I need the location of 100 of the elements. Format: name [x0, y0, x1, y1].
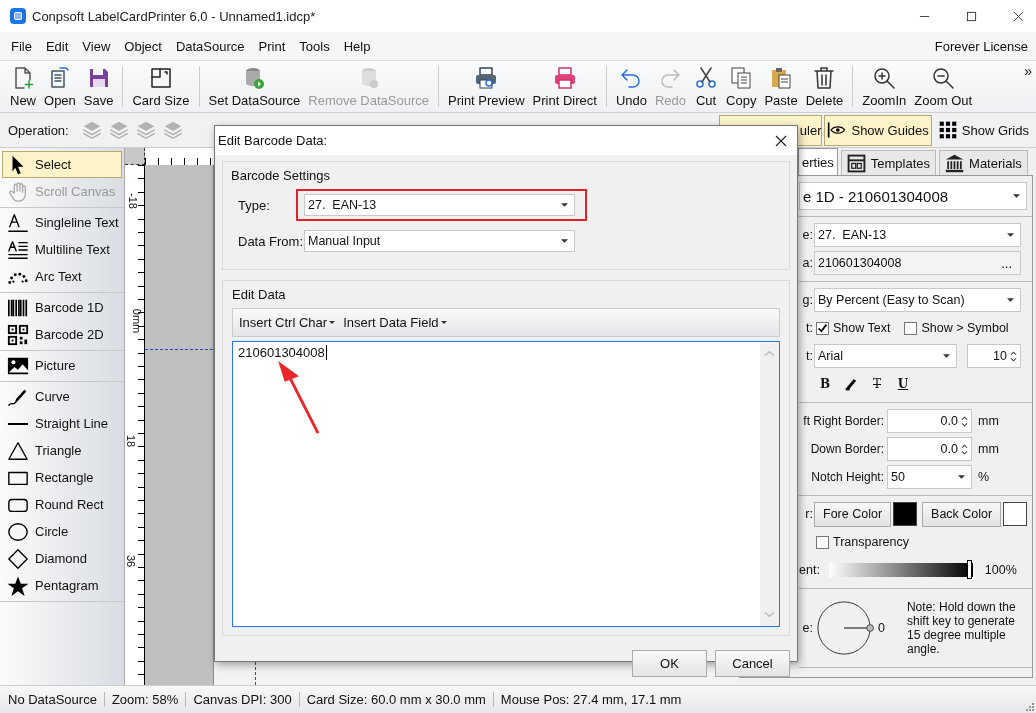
menu-button[interactable]: Insert Data Field — [343, 315, 447, 330]
checkbox[interactable] — [816, 535, 829, 549]
close-icon[interactable] — [1013, 10, 1024, 22]
menu-item[interactable]: Tools — [292, 38, 337, 54]
menu-item[interactable]: DataSource — [168, 38, 252, 54]
angle-dial[interactable] — [816, 599, 874, 657]
toolbar-button[interactable]: Cut — [690, 61, 723, 112]
tool-item[interactable]: Select — [2, 151, 122, 178]
tool-item[interactable]: Barcode 1D — [2, 294, 122, 321]
scrollbar[interactable] — [760, 342, 779, 626]
panel-tab[interactable]: Materials — [939, 150, 1028, 175]
tool-item[interactable]: Straight Line — [2, 410, 122, 437]
color-swatch[interactable] — [893, 502, 918, 526]
menu-item[interactable]: File — [4, 38, 39, 54]
toolbar-button[interactable]: Delete — [801, 61, 848, 112]
view-toggle[interactable]: Show Grids — [933, 114, 1033, 146]
tool-item[interactable]: Singleline Text — [2, 209, 122, 236]
ruler-number: 18 — [125, 434, 138, 448]
toolbar-button[interactable]: ZoomIn — [858, 61, 911, 112]
unit-label: % — [978, 470, 990, 484]
dropdown-arrow-icon — [943, 354, 950, 358]
color-swatch[interactable] — [1003, 502, 1028, 526]
view-toggle[interactable]: Show Guides — [824, 114, 932, 146]
menu-item[interactable]: Help — [336, 38, 378, 54]
menu-button[interactable]: Insert Ctrl Char — [239, 315, 336, 330]
field-label: Type: — [237, 197, 271, 213]
toolbar-button[interactable]: Save — [79, 61, 118, 112]
dropdown-arrow-icon — [561, 239, 568, 243]
text-style-button[interactable]: U — [895, 376, 911, 392]
data-field[interactable]: 210601304008 ... — [814, 251, 1021, 275]
tool-item[interactable]: Curve — [2, 383, 122, 410]
color-button[interactable]: Fore Color — [814, 501, 892, 527]
menu-item[interactable]: View — [75, 38, 118, 54]
multiline-text-icon — [7, 238, 29, 261]
tool-item[interactable]: Rectangle — [2, 464, 122, 491]
status-text: Canvas DPI: 300 — [185, 692, 299, 707]
angle-value: 0 — [878, 621, 885, 635]
number-spinner[interactable]: 0.0 — [887, 437, 972, 461]
toolbar-button[interactable]: Print Direct — [528, 61, 601, 112]
resize-grip-icon[interactable] — [1024, 701, 1034, 711]
font-size-spinner[interactable]: 10 — [967, 344, 1021, 368]
copy-icon — [729, 65, 754, 90]
close-icon[interactable] — [775, 134, 787, 147]
toolbar-button[interactable]: Paste — [760, 61, 802, 112]
dropdown[interactable]: Manual Input — [304, 230, 575, 252]
tool-item[interactable]: Diamond — [2, 545, 122, 572]
tool-item[interactable]: Picture — [2, 352, 122, 379]
field-label: Notch Height: — [810, 470, 884, 484]
italic-icon[interactable] — [843, 376, 859, 392]
dropdown[interactable]: By Percent (Easy to Scan) — [814, 288, 1021, 312]
circle-icon — [7, 520, 29, 543]
checkbox[interactable] — [816, 321, 829, 335]
dialog-button[interactable]: Cancel — [715, 650, 790, 677]
text-style-button[interactable]: B — [817, 376, 833, 392]
toolbar-button[interactable]: Set DataSource — [204, 61, 305, 112]
group-title: Edit Data — [232, 287, 287, 302]
toolbar-button[interactable]: Print Preview — [444, 61, 529, 112]
color-button[interactable]: Back Color — [922, 501, 1002, 527]
object-dropdown[interactable]: e 1D - 210601304008 — [799, 182, 1027, 210]
dropdown[interactable]: 27. EAN-13 — [814, 223, 1021, 247]
text-area[interactable]: 210601304008 — [232, 341, 780, 627]
toolbar-button[interactable]: Undo — [611, 61, 651, 112]
dialog-title: Edit Barcode Data: — [218, 133, 328, 148]
dialog-button[interactable]: OK — [632, 650, 707, 677]
menu-item[interactable]: Print — [251, 38, 293, 54]
toolbar-button[interactable]: Copy — [722, 61, 761, 112]
font-dropdown[interactable]: Arial — [814, 344, 957, 368]
toolbar-button[interactable]: Card Size — [128, 61, 194, 112]
field-label: e: — [801, 621, 813, 635]
tool-item[interactable]: Pentagram — [2, 572, 122, 599]
panel-tab[interactable]: Templates — [840, 150, 937, 175]
toolbar-button[interactable]: New — [6, 61, 40, 112]
checkbox[interactable] — [904, 321, 918, 335]
trash-icon — [812, 65, 837, 90]
panel-tab[interactable]: erties — [798, 148, 838, 175]
text-underline-icon — [7, 211, 29, 234]
tool-item[interactable]: Triangle — [2, 437, 122, 464]
tool-item[interactable]: Circle — [2, 518, 122, 545]
opacity-slider[interactable] — [828, 563, 973, 577]
number-spinner[interactable]: 0.0 — [887, 409, 972, 433]
menu-item[interactable]: Object — [117, 38, 169, 54]
dropdown[interactable]: 27. EAN-13 — [304, 194, 575, 216]
caret-icon — [329, 321, 336, 324]
tool-item[interactable]: Barcode 2D — [2, 321, 122, 348]
browse-button[interactable]: ... — [999, 255, 1014, 271]
guide-line — [145, 349, 213, 350]
tool-item[interactable]: Round Rect — [2, 491, 122, 518]
toolbar-button[interactable]: Open — [40, 61, 80, 112]
tool-item[interactable]: Arc Text — [2, 263, 122, 290]
menu-item[interactable]: Edit — [38, 38, 76, 54]
toolbar-button[interactable]: Zoom Out — [910, 61, 977, 112]
zoom-out-icon — [931, 65, 956, 90]
slider-thumb[interactable] — [966, 560, 972, 579]
dropdown[interactable]: 50 — [887, 465, 972, 489]
tool-item[interactable]: Multiline Text — [2, 236, 122, 263]
overflow-chevron[interactable]: » — [1024, 61, 1036, 79]
field-label: g: — [801, 293, 813, 307]
text-style-button[interactable]: T — [869, 376, 885, 392]
ruler-number: -18 — [126, 193, 139, 209]
maximize-icon[interactable] — [966, 10, 977, 22]
